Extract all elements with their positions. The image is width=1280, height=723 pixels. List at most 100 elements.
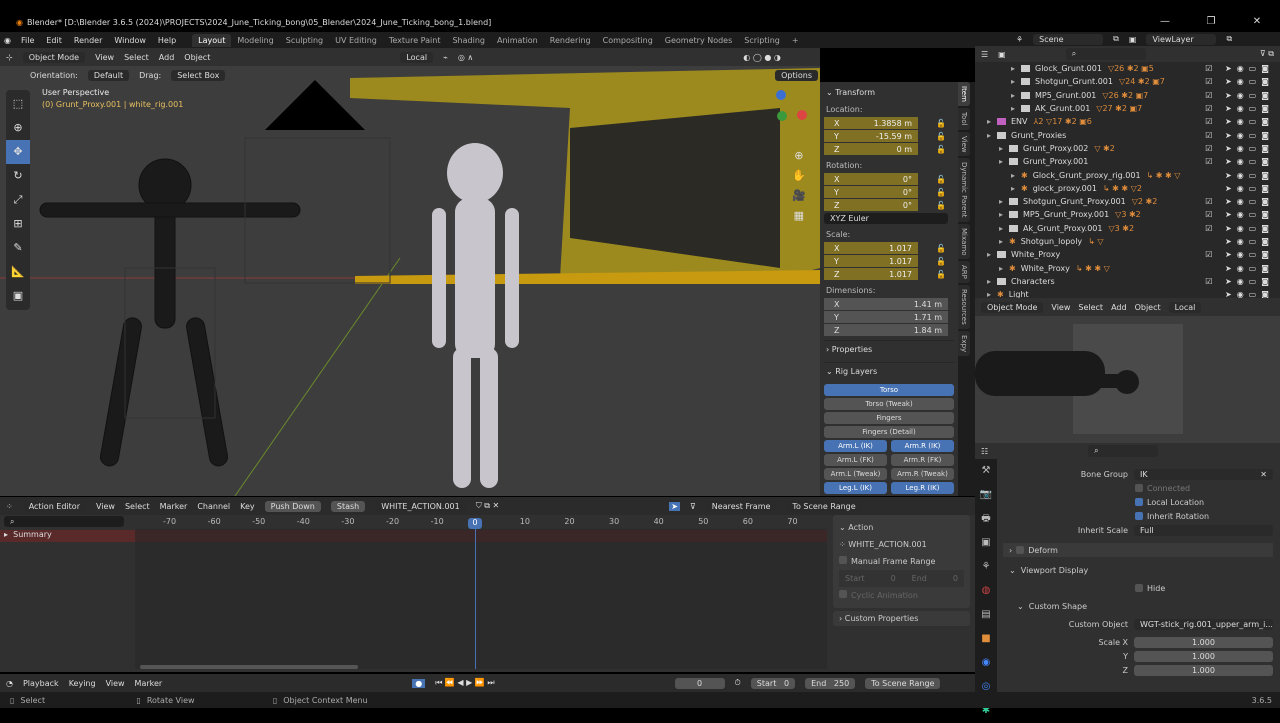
deform-checkbox[interactable]: [1016, 546, 1025, 554]
visibility-toggles[interactable]: ☑ ➤◉▭◙: [1205, 277, 1274, 286]
sidebar-tab-item[interactable]: Item: [958, 82, 970, 106]
disclosure-triangle-icon[interactable]: ▸: [999, 264, 1009, 273]
rig-layer-button[interactable]: Torso (Tweak): [824, 398, 954, 410]
current-frame-field[interactable]: 0: [674, 677, 725, 689]
tab-sculpting[interactable]: Sculpting: [280, 34, 329, 47]
menu-edit[interactable]: Edit: [40, 36, 68, 45]
outliner-row[interactable]: ▸ Glock_Grunt.001 ▽26 ✱2 ▣5 ☑ ➤◉▭◙: [975, 62, 1280, 75]
playhead[interactable]: [475, 519, 476, 669]
outliner-item-name[interactable]: Shotgun_lopoly: [1021, 237, 1082, 246]
scene-icon[interactable]: ⚘: [1016, 35, 1023, 44]
visibility-toggles[interactable]: ☑ ➤◉▭◙: [1205, 144, 1274, 153]
outliner-item-name[interactable]: ENV: [1011, 117, 1028, 126]
view-layer-icon[interactable]: ▣: [1129, 35, 1137, 44]
timeline-menu-view[interactable]: View: [106, 679, 125, 688]
rotate-tool-icon[interactable]: ↻: [6, 164, 30, 188]
outliner-item-name[interactable]: AK_Grunt.001: [1035, 104, 1090, 113]
visibility-toggles[interactable]: ☑ ➤◉▭◙: [1205, 197, 1274, 206]
only-selected-icon[interactable]: ➤: [669, 501, 680, 511]
object-tab-icon[interactable]: ■: [975, 627, 997, 651]
inherit-scale-dropdown[interactable]: Full: [1134, 524, 1273, 536]
outliner-row[interactable]: ▸ ✱ White_Proxy ↳ ✱ ✱ ▽ ➤◉▭◙: [975, 261, 1280, 274]
snap-dropdown[interactable]: Nearest Frame: [705, 500, 777, 512]
mode-dropdown[interactable]: Object Mode: [22, 51, 86, 63]
playback-controls[interactable]: ⏮ ⏪ ◀ ▶ ⏩ ⏭: [435, 678, 494, 688]
visibility-toggles[interactable]: ☑ ➤◉▭◙: [1205, 157, 1274, 166]
action-menu-key[interactable]: Key: [240, 502, 255, 511]
editor-mode-dropdown[interactable]: Action Editor: [22, 500, 86, 512]
tab-uv-editing[interactable]: UV Editing: [329, 34, 383, 47]
view-layer-tab-icon[interactable]: ▣: [975, 531, 997, 555]
action-menu-select[interactable]: Select: [125, 502, 150, 511]
visibility-toggles[interactable]: ➤◉▭◙: [1225, 171, 1274, 180]
secondary-3d-viewport[interactable]: Object Mode View Select Add Object Local: [975, 298, 1280, 443]
rotation-mode-dropdown[interactable]: XYZ Euler: [824, 213, 948, 224]
rig-layer-button[interactable]: Arm.R (FK): [891, 454, 954, 466]
outliner-item-name[interactable]: glock_proxy.001: [1033, 184, 1097, 193]
visibility-toggles[interactable]: ☑ ➤◉▭◙: [1205, 210, 1274, 219]
tab-shading[interactable]: Shading: [446, 34, 491, 47]
bone-group-field[interactable]: IK ✕: [1134, 468, 1273, 480]
loc-z-field[interactable]: Z 0 m 🔓: [824, 143, 946, 155]
outliner-row[interactable]: ▸ ENV ⅄2 ▽17 ✱2 ▣6 ☑ ➤◉▭◙: [975, 115, 1280, 128]
visibility-toggles[interactable]: ☑ ➤◉▭◙: [1205, 131, 1274, 140]
transform-tool-icon[interactable]: ⊞: [6, 212, 30, 236]
outliner-item-name[interactable]: Glock_Grunt_proxy_rig.001: [1033, 171, 1141, 180]
visibility-toggles[interactable]: ➤◉▭◙: [1225, 184, 1274, 193]
disclosure-triangle-icon[interactable]: ▸: [999, 197, 1009, 206]
rot-z-field[interactable]: Z 0° 🔓: [824, 199, 946, 211]
visibility-toggles[interactable]: ➤◉▭◙: [1225, 290, 1274, 298]
horizontal-scrollbar[interactable]: [140, 665, 358, 669]
end-frame-field[interactable]: 250: [834, 679, 849, 688]
scl-x-field[interactable]: X 1.017 🔓: [824, 242, 946, 254]
maximize-button[interactable]: ❐: [1188, 12, 1234, 32]
outliner-item-name[interactable]: Light: [1009, 290, 1029, 298]
filter-icon[interactable]: ⊽ ⧉: [1260, 49, 1274, 59]
outliner-row[interactable]: ▸ White_Proxy ☑ ➤◉▭◙: [975, 248, 1280, 261]
disclosure-triangle-icon[interactable]: ▸: [999, 224, 1009, 233]
disclosure-triangle-icon[interactable]: ▸: [1011, 77, 1021, 86]
rot-x-field[interactable]: X 0° 🔓: [824, 173, 946, 185]
sidebar-tab-arp[interactable]: ARP: [958, 261, 970, 284]
tab-layout[interactable]: Layout: [192, 33, 232, 47]
disclosure-triangle-icon[interactable]: ▸: [987, 117, 997, 126]
tab-scripting[interactable]: Scripting: [738, 34, 786, 47]
outliner-item-name[interactable]: White_Proxy: [1011, 250, 1060, 259]
rig-layer-button[interactable]: Arm.L (FK): [824, 454, 887, 466]
outliner-item-name[interactable]: Characters: [1011, 277, 1055, 286]
preview-mode-dropdown[interactable]: Object Mode: [981, 301, 1044, 313]
editor-type-icon[interactable]: ⁘: [6, 502, 13, 511]
grid-icon[interactable]: ▦: [792, 206, 806, 226]
visibility-toggles[interactable]: ☑ ➤◉▭◙: [1205, 117, 1274, 126]
dopesheet-grid[interactable]: [135, 529, 827, 669]
disclosure-triangle-icon[interactable]: ▸: [1011, 184, 1021, 193]
zoom-icon[interactable]: ⊕: [792, 146, 806, 166]
outliner-row[interactable]: ▸ ✱ glock_proxy.001 ↳ ✱ ✱ ▽2 ➤◉▭◙: [975, 182, 1280, 195]
tab-animation[interactable]: Animation: [491, 34, 544, 47]
timeline-menu-marker[interactable]: Marker: [135, 679, 163, 688]
outliner-row[interactable]: ▸ ✱ Glock_Grunt_proxy_rig.001 ↳ ✱ ✱ ▽ ➤◉▭◙: [975, 168, 1280, 181]
scene-field[interactable]: Scene: [1033, 33, 1104, 45]
disclosure-triangle-icon[interactable]: ▸: [999, 237, 1009, 246]
blender-menu-icon[interactable]: ◉: [0, 36, 15, 45]
custom-properties-panel[interactable]: › Custom Properties: [833, 611, 970, 626]
outliner-row[interactable]: ▸ Grunt_Proxy.002 ▽ ✱2 ☑ ➤◉▭◙: [975, 142, 1280, 155]
transform-pivot-dropdown[interactable]: Local: [400, 51, 434, 63]
fake-user-icon[interactable]: ⛉ ⧉ ✕: [476, 501, 500, 511]
visibility-toggles[interactable]: ☑ ➤◉▭◙: [1205, 91, 1274, 100]
channel-search[interactable]: ⌕: [0, 515, 135, 529]
sidebar-tab-view[interactable]: View: [958, 131, 970, 157]
add-cube-tool-icon[interactable]: ▣: [6, 284, 30, 308]
rig-layer-button[interactable]: Leg.R (IK): [891, 482, 954, 494]
minimize-button[interactable]: —: [1142, 12, 1188, 32]
start-frame-field[interactable]: 0: [784, 679, 789, 688]
rig-layer-button[interactable]: Arm.L (IK): [824, 440, 887, 452]
sidebar-tab-tool[interactable]: Tool: [958, 107, 970, 130]
outliner-row[interactable]: ▸ MP5_Grunt.001 ▽26 ✱2 ▣7 ☑ ➤◉▭◙: [975, 89, 1280, 102]
tab-rendering[interactable]: Rendering: [544, 34, 597, 47]
rig-layer-torso[interactable]: Torso: [824, 384, 954, 396]
stash-button[interactable]: Stash: [330, 500, 366, 512]
connected-checkbox[interactable]: [1135, 484, 1143, 492]
disclosure-triangle-icon[interactable]: ▸: [1011, 104, 1021, 113]
scale-x-field[interactable]: 1.000: [1134, 636, 1273, 648]
